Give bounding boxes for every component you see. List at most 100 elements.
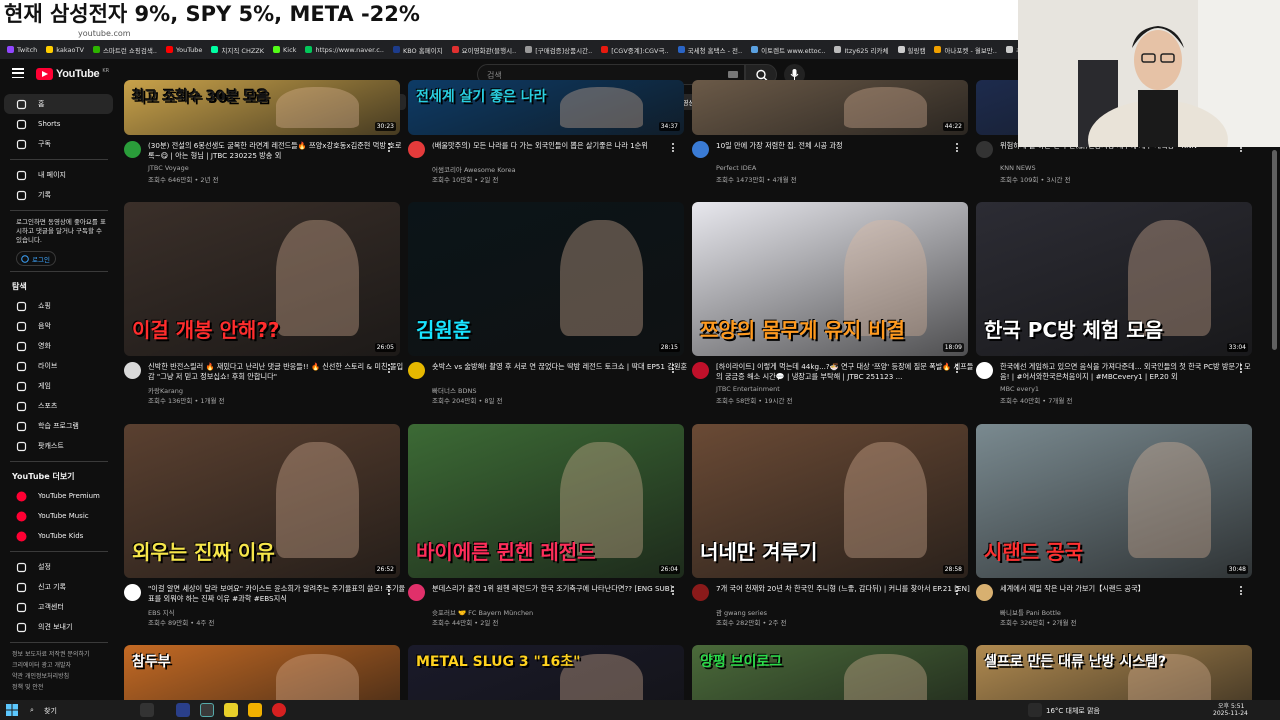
channel-name[interactable]: EBS 지식 — [148, 607, 175, 617]
sidebar-item[interactable]: YouTube Music — [4, 506, 113, 526]
bookmark-item[interactable]: 아나포켓 - 월보만.. — [931, 45, 999, 55]
channel-avatar[interactable] — [976, 362, 993, 379]
video-title[interactable]: 한국에선 게임하고 있으면 음식을 가져다준데... 외국인들의 첫 한국 PC… — [1000, 362, 1260, 382]
file-explorer-icon[interactable] — [248, 703, 262, 717]
video-thumbnail[interactable]: 한국 PC방 체험 모음 33:04 — [976, 202, 1252, 356]
channel-name[interactable]: Perfect IDEA — [716, 164, 756, 172]
video-thumbnail[interactable]: 너네만 겨루기 28:58 — [692, 424, 968, 578]
sidebar-item[interactable]: YouTube Premium — [4, 486, 113, 506]
sidebar-item[interactable]: 기록 — [4, 185, 113, 205]
sidebar-item[interactable]: 내 페이지 — [4, 165, 113, 185]
edge-icon[interactable] — [176, 703, 190, 717]
more-options-icon[interactable] — [956, 364, 959, 375]
channel-name[interactable]: JTBC Entertainment — [716, 385, 780, 393]
video-title[interactable]: (30분) 전설의 6봉선생도 굴복한 라면계 레전드들🔥 쯔양x강호동x김준현… — [148, 141, 408, 161]
channel-name[interactable]: 슛포러브 🤝 FC Bayern München — [432, 607, 533, 617]
sidebar-item[interactable]: 스포츠 — [4, 396, 113, 416]
channel-avatar[interactable] — [408, 584, 425, 601]
channel-name[interactable]: 괌 gwang series — [716, 607, 767, 617]
youtube-logo[interactable]: YouTube KR — [36, 68, 109, 80]
more-options-icon[interactable] — [672, 586, 675, 597]
video-thumbnail[interactable]: 외우는 진짜 이유 26:52 — [124, 424, 400, 578]
bookmark-item[interactable]: [CGV중계]:CGV극.. — [598, 45, 671, 55]
video-thumbnail[interactable]: 쯔양의 몸무게 유지 비결 18:09 — [692, 202, 968, 356]
channel-avatar[interactable] — [408, 141, 425, 158]
chrome-icon[interactable] — [200, 703, 214, 717]
more-options-icon[interactable] — [388, 586, 391, 597]
channel-name[interactable]: MBC every1 — [1000, 385, 1039, 393]
bookmark-item[interactable]: 치지직 CHZZK — [208, 45, 267, 55]
more-options-icon[interactable] — [1240, 364, 1243, 375]
bookmark-item[interactable]: Itzy625 리카체 — [831, 45, 891, 55]
more-options-icon[interactable] — [956, 586, 959, 597]
sidebar-footer-links[interactable]: 정보 보도자료 저작권 문의하기 — [0, 648, 118, 659]
channel-avatar[interactable] — [976, 141, 993, 158]
clock-time[interactable]: 오후 5:51 — [1218, 701, 1244, 710]
channel-name[interactable]: 빠더너스 BDNS — [432, 385, 476, 395]
app-icon-yellow[interactable] — [224, 703, 238, 717]
video-title[interactable]: 세계에서 제일 작은 나라 가보기【시랜드 공국】 — [1000, 584, 1260, 594]
more-options-icon[interactable] — [672, 143, 675, 154]
bookmark-item[interactable]: 요이영화관(블행시.. — [449, 45, 520, 55]
clock-date[interactable]: 2025-11-24 — [1213, 710, 1248, 717]
taskbar-search-icon[interactable]: ⌕ — [30, 706, 34, 715]
video-title[interactable]: 7개 국어 천재와 20년 차 한국인 주니형 (느좋, 감다뒤) | 커니를 … — [716, 584, 976, 594]
more-options-icon[interactable] — [1240, 586, 1243, 597]
video-title[interactable]: 숏박스 vs 술방해! 촬영 후 서로 연 끊었다는 딱밤 레전드 토크쇼 | … — [432, 362, 692, 372]
taskbar-search[interactable]: 찾기 — [44, 706, 57, 716]
more-options-icon[interactable] — [672, 364, 675, 375]
channel-avatar[interactable] — [692, 362, 709, 379]
more-options-icon[interactable] — [388, 143, 391, 154]
bookmark-item[interactable]: 이토렌트 www.ettoc.. — [748, 45, 828, 55]
bookmark-item[interactable]: 힐링캠 — [895, 45, 929, 55]
sidebar-item[interactable]: 음악 — [4, 316, 113, 336]
sidebar-item[interactable]: 팟캐스트 — [4, 436, 113, 456]
address-bar-url[interactable]: youtube.com — [0, 28, 1020, 40]
sidebar-footer-links[interactable]: 정책 및 안전 — [0, 681, 118, 692]
video-thumbnail[interactable]: 시랜드 공국 30:48 — [976, 424, 1252, 578]
video-title[interactable]: "이걸 알면 세상이 달라 보여요" 카이스트 윤소희가 알려주는 주기율표의 … — [148, 584, 408, 604]
more-options-icon[interactable] — [388, 364, 391, 375]
channel-name[interactable]: KNN NEWS — [1000, 164, 1036, 172]
video-thumbnail[interactable]: 44:22 — [692, 80, 968, 135]
sidebar-item[interactable]: 고객센터 — [4, 597, 113, 617]
video-title[interactable]: [하이라이트] 이렇게 먹는데 44kg...?🍜 연구 대상 '쯔양' 등장에… — [716, 362, 976, 382]
video-title[interactable]: (배울맛주의) 모든 나라를 다 가는 외국인들이 뽑은 살기좋은 나라 1순위 — [432, 141, 692, 151]
channel-avatar[interactable] — [692, 141, 709, 158]
video-thumbnail[interactable]: 김원훈 28:15 — [408, 202, 684, 356]
record-icon[interactable] — [272, 703, 286, 717]
channel-avatar[interactable] — [692, 584, 709, 601]
sidebar-item[interactable]: 구독 — [4, 134, 113, 154]
channel-avatar[interactable] — [124, 584, 141, 601]
channel-name[interactable]: 카랑Karang — [148, 385, 183, 395]
bookmark-item[interactable]: KBO 홈페이지 — [390, 45, 446, 55]
keyboard-icon[interactable] — [728, 71, 738, 78]
bookmark-item[interactable]: 국세청 홈택스 - 전.. — [675, 45, 746, 55]
sidebar-item[interactable]: 게임 — [4, 376, 113, 396]
bookmark-item[interactable]: kakaoTV — [43, 46, 87, 54]
bookmark-item[interactable]: Kick — [270, 46, 299, 54]
sidebar-footer-links[interactable]: 약관 개인정보처리방침 — [0, 670, 118, 681]
menu-icon[interactable] — [12, 68, 24, 79]
sidebar-item[interactable]: 쇼핑 — [4, 296, 113, 316]
sidebar-item[interactable]: 의견 보내기 — [4, 617, 113, 637]
sidebar-footer-links[interactable]: 크리에이터 광고 개발자 — [0, 659, 118, 670]
bookmark-item[interactable]: Twitch — [4, 46, 40, 54]
signin-button[interactable]: 로그인 — [16, 251, 56, 266]
channel-avatar[interactable] — [976, 584, 993, 601]
sidebar-item[interactable]: YouTube Kids — [4, 526, 113, 546]
bookmark-item[interactable]: 스마트런 쇼핑검색.. — [90, 45, 160, 55]
sidebar-item[interactable]: 신고 기록 — [4, 577, 113, 597]
video-thumbnail[interactable]: 최고 조회수 30분 모음 30:23 — [124, 80, 400, 135]
copilot-icon[interactable] — [140, 703, 154, 717]
sidebar-item[interactable]: 홈 — [4, 94, 113, 114]
sidebar-item[interactable]: 영화 — [4, 336, 113, 356]
channel-name[interactable]: 어썸코리아 Awesome Korea — [432, 164, 516, 174]
bookmark-item[interactable]: https://www.naver.c.. — [302, 46, 387, 54]
video-title[interactable]: 신박한 반전스릴러 🔥 재밌다고 난리난 댓글 반응들!! 🔥 신선한 스토리 … — [148, 362, 408, 382]
bookmark-item[interactable]: YouTube — [163, 46, 205, 54]
windows-start-icon[interactable] — [6, 704, 18, 716]
more-options-icon[interactable] — [956, 143, 959, 154]
sidebar-item[interactable]: 설정 — [4, 557, 113, 577]
video-title[interactable]: 10일 만에 가장 저렴한 집. 전체 시공 과정 — [716, 141, 976, 151]
